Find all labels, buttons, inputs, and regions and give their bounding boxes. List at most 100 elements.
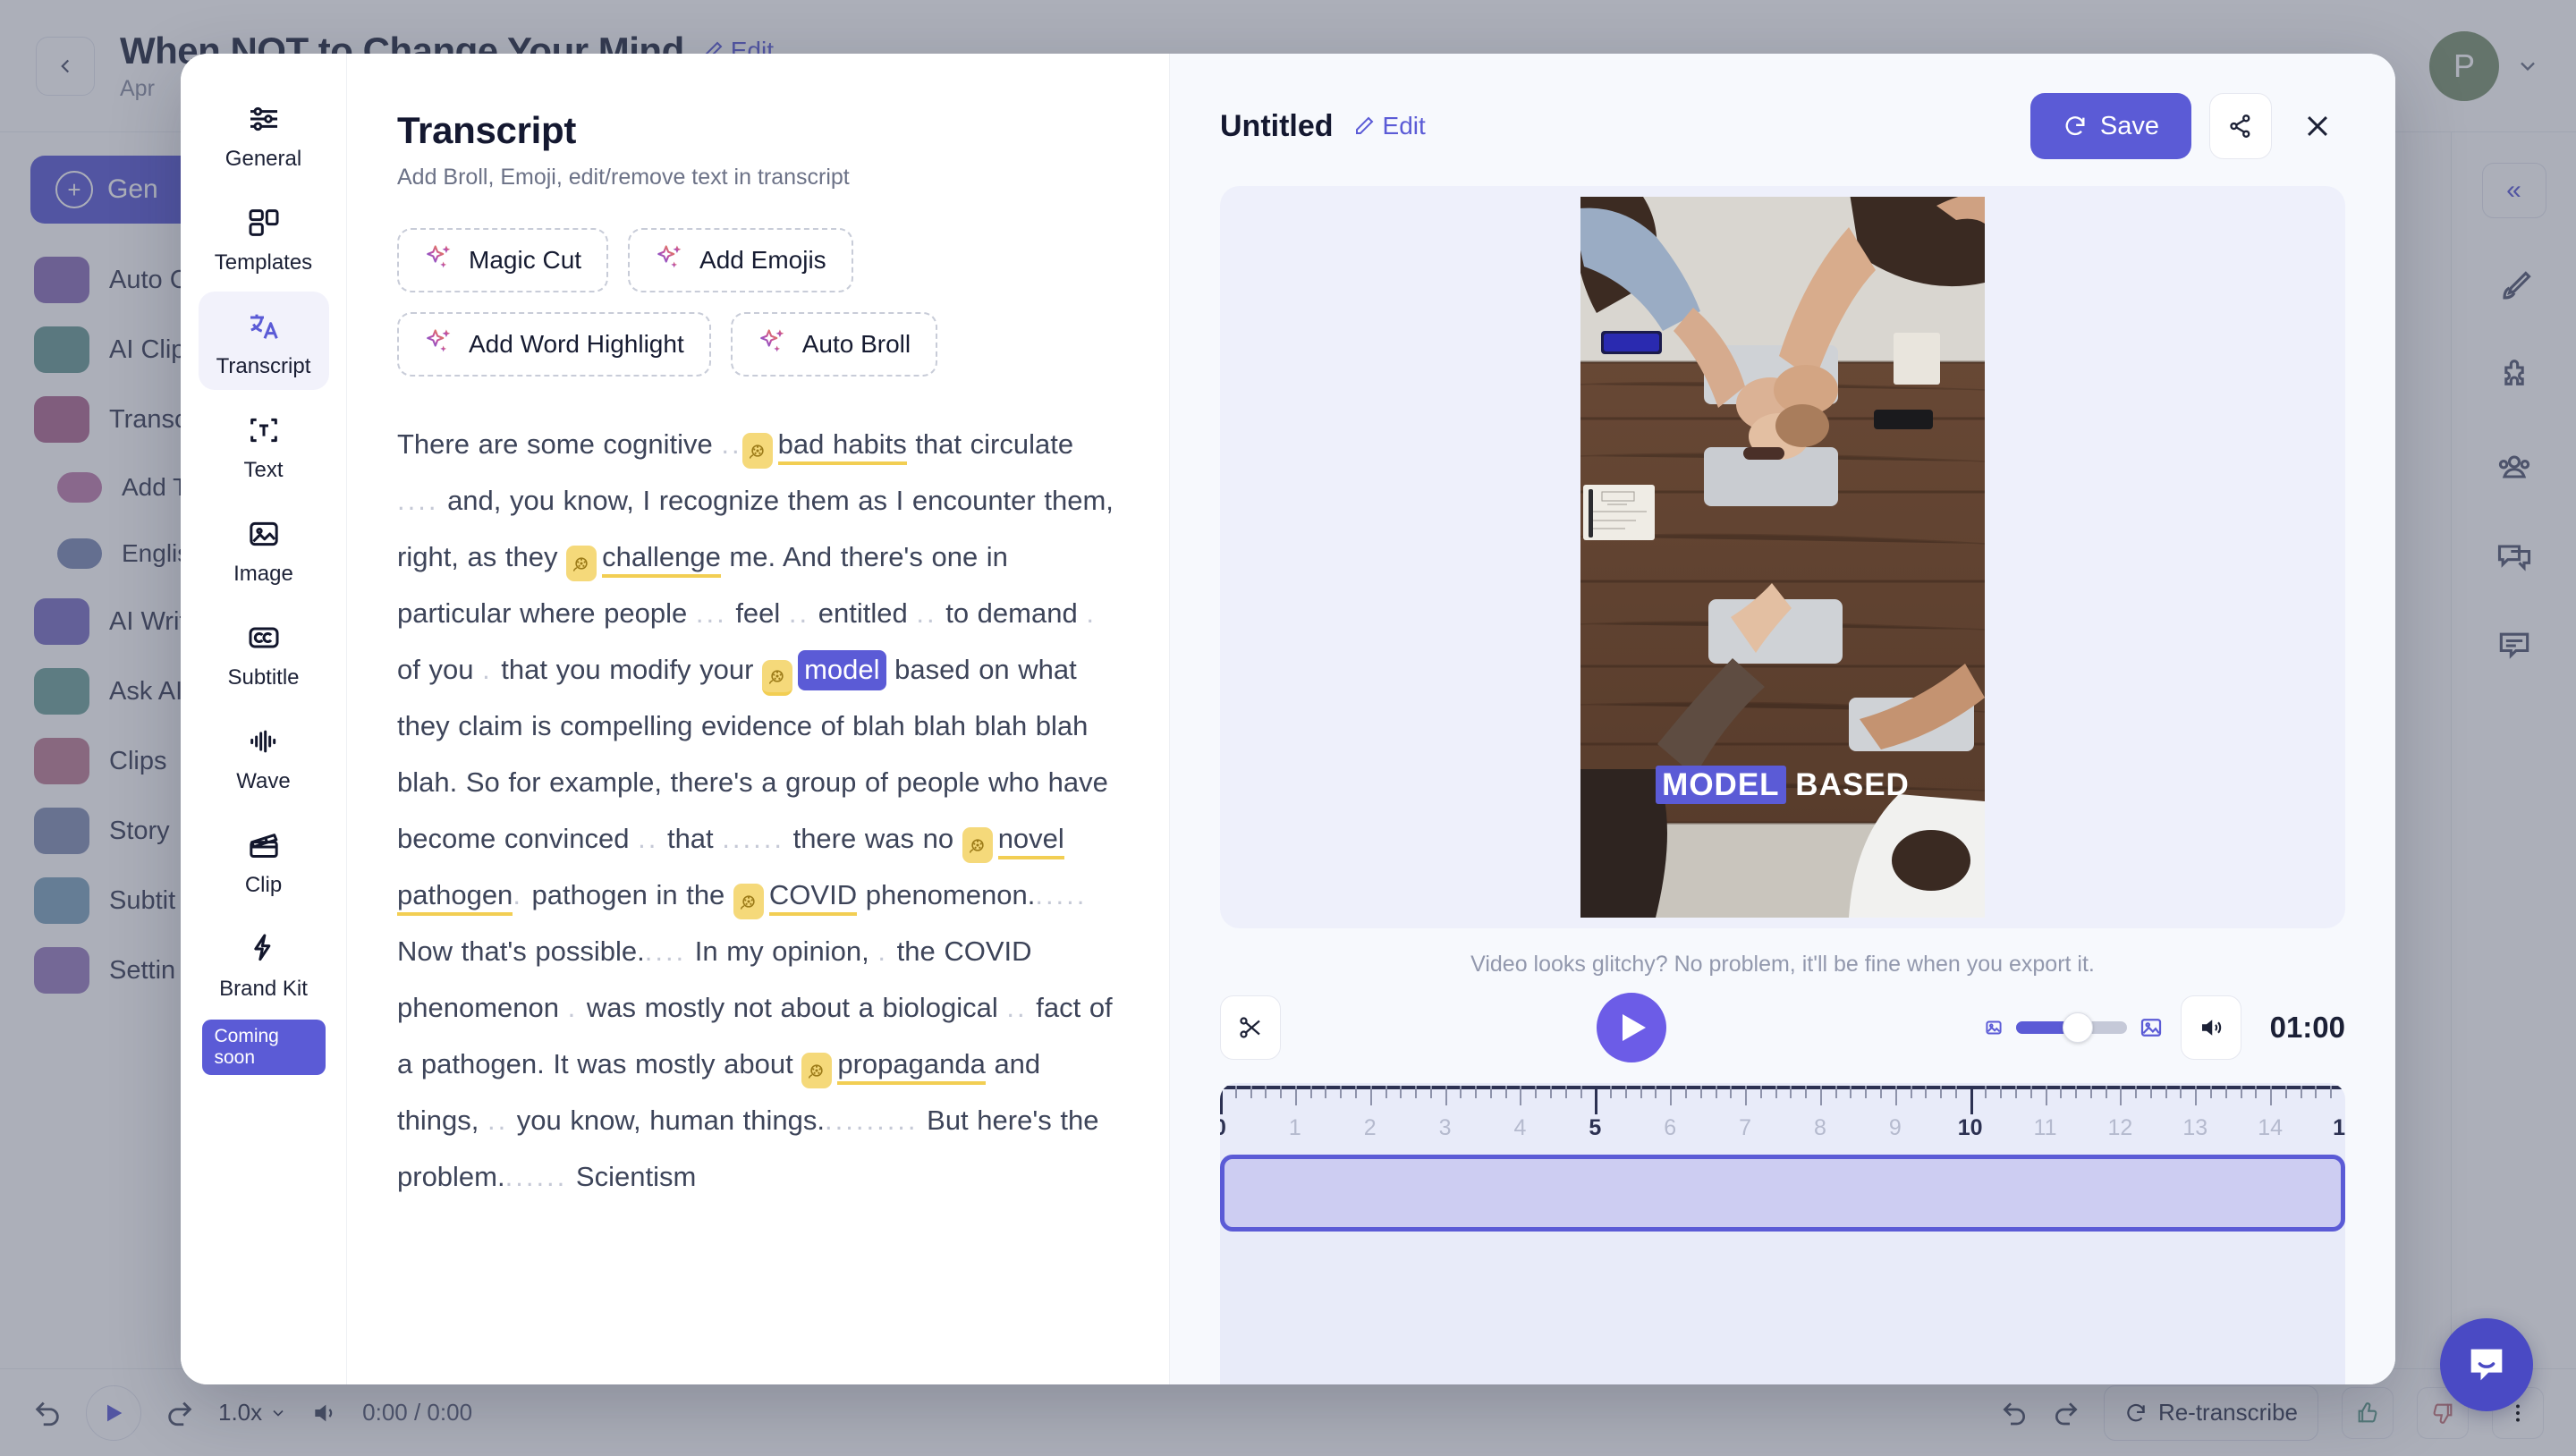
transcript-word[interactable]: there was no [784,823,962,854]
transcript-word[interactable]: In my opinion, [686,935,877,967]
transcript-word[interactable]: to demand [937,597,1087,629]
ruler-tick [1640,1086,1642,1098]
ruler-tick [1715,1086,1717,1098]
tool-item-subtitle[interactable]: Subtitle [199,603,329,701]
tool-item-templates[interactable]: Templates [199,188,329,286]
ruler-label: 6 [1664,1115,1677,1140]
transcript-gap: .. [916,597,937,629]
chip-add-emojis[interactable]: Add Emojis [628,228,853,292]
transcript-gap: .. [1006,992,1028,1023]
broll-badge-icon[interactable] [962,827,993,863]
tool-item-clip[interactable]: Clip [199,810,329,909]
ruler-tick [1325,1086,1327,1098]
share-icon [2230,114,2250,138]
tool-item-image[interactable]: Image [199,499,329,597]
broll-badge-icon[interactable] [566,546,597,581]
preview-edit-link[interactable]: Edit [1353,112,1426,140]
broll-segment[interactable]: challenge [566,541,721,581]
player-controls: 01:00 [1220,992,2345,1063]
ruler-tick [1550,1086,1552,1098]
ruler-tick [1564,1086,1567,1098]
ruler-tick [1925,1086,1928,1098]
highlighted-word[interactable]: model [798,650,886,690]
share-button[interactable] [2209,93,2272,159]
transcript-word[interactable]: that you modify your [493,654,762,685]
tool-item-text[interactable]: Text [199,395,329,494]
video-stage: MODEL BASED [1220,186,2345,928]
ruler-tick [1234,1086,1237,1098]
cut-button[interactable] [1220,995,1281,1060]
transcript-gap: ... [695,597,727,629]
timeline[interactable]: 0123456789101112131415 [1220,1083,2345,1384]
ruler-tick [1775,1086,1777,1098]
slider-track[interactable] [2015,1012,2127,1043]
video-caption: MODEL BASED [1580,766,1985,804]
timeline-clip[interactable] [1220,1155,2345,1232]
transcript-word[interactable]: that circulate [907,428,1073,460]
broll-badge-icon[interactable] [733,884,764,919]
video-preview[interactable]: MODEL BASED [1580,197,1985,918]
play-button[interactable] [1596,993,1666,1062]
ruler-tick [1805,1086,1808,1098]
transcript-gap: .. [788,597,810,629]
ruler-tick [1819,1086,1822,1105]
timeline-ruler[interactable]: 0123456789101112131415 [1220,1083,2345,1149]
chip-auto-broll[interactable]: Auto Broll [730,312,938,377]
transcript-text[interactable]: There are some cognitive .. bad habits t… [397,416,1119,1205]
slider-knob[interactable] [2062,1012,2093,1043]
ruler-label: 13 [2182,1115,2208,1140]
transcript-word[interactable]: you know, human things. [508,1105,825,1136]
ruler-tick [1400,1086,1402,1098]
ruler-label: 11 [2033,1115,2057,1140]
preview-size-slider[interactable] [1982,1012,2165,1043]
transcript-word[interactable]: was mostly not about a biological [578,992,1006,1023]
transcript-word[interactable]: phenomenon. [857,879,1036,910]
ruler-tick [1250,1086,1252,1098]
transcript-word[interactable]: pathogen in the [523,879,733,910]
transcript-word[interactable]: entitled [809,597,916,629]
ruler-tick [1970,1086,1973,1114]
ruler-tick [1624,1086,1627,1098]
ruler-baseline [1220,1086,2345,1089]
tool-item-brand-kit[interactable]: Brand Kit Coming soon [199,914,329,1088]
transcript-word[interactable]: Scientism [567,1161,696,1192]
close-button[interactable] [2290,98,2345,154]
ruler-tick [1745,1086,1748,1105]
transcript-word[interactable]: that [658,823,722,854]
transcript-word[interactable]: There are some cognitive [397,428,721,460]
tool-item-wave[interactable]: Wave [199,707,329,805]
chip-label: Auto Broll [801,330,911,358]
intercom-launcher[interactable] [2440,1318,2533,1411]
caption-highlight-word: MODEL [1656,766,1786,804]
ruler-tick [1730,1086,1733,1098]
ruler-tick [1354,1086,1357,1098]
ruler-tick [2135,1086,2138,1098]
transcript-word[interactable]: Now that's possible. [397,935,645,967]
preview-header: Untitled Edit Save [1220,89,2345,163]
volume-button[interactable] [2180,995,2241,1060]
broll-segment[interactable]: propaganda [801,1048,986,1088]
broll-word[interactable]: propaganda [837,1048,986,1085]
tool-item-transcript[interactable]: Transcript [198,292,329,390]
tool-item-general[interactable]: General [199,84,329,182]
broll-badge-icon[interactable] [762,660,793,696]
broll-segment[interactable]: COVID [733,879,858,919]
transcript-word[interactable]: feel [727,597,789,629]
broll-word[interactable]: COVID [768,879,858,916]
ruler-tick [1489,1086,1492,1098]
broll-word[interactable]: challenge [602,541,721,578]
chip-add-word-highlight[interactable]: Add Word Highlight [397,312,711,377]
tool-item-label: Clip [244,873,283,897]
broll-badge-icon[interactable] [741,433,773,469]
broll-word[interactable]: bad habits [777,428,907,465]
chip-magic-cut[interactable]: Magic Cut [397,228,609,292]
transcript-gap: . [482,654,493,685]
ruler-label: 15 [2333,1115,2345,1140]
save-button[interactable]: Save [2029,93,2191,159]
broll-badge-icon[interactable] [801,1053,833,1088]
transcript-panel: Transcript Add Broll, Emoji, edit/remove… [347,54,1170,1384]
broll-segment[interactable]: bad habits [741,428,907,469]
transcript-word[interactable]: of you [397,654,482,685]
ruler-tick [1429,1086,1432,1098]
preview-edit-label: Edit [1382,112,1426,140]
